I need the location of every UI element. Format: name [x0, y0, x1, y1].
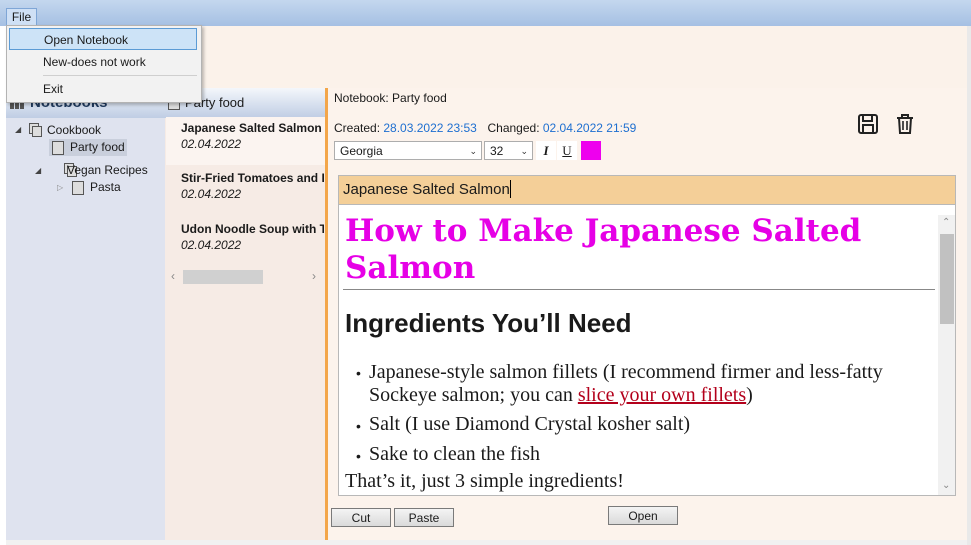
tree-item-cookbook[interactable]: Cookbook	[47, 123, 101, 137]
expand-cookbook-icon[interactable]: ◢	[15, 125, 21, 134]
scroll-down-icon[interactable]: ⌄	[942, 480, 950, 491]
note-content-editor[interactable]: How to Make Japanese Salted Salmon Ingre…	[338, 205, 956, 496]
paste-button[interactable]: Paste	[394, 508, 454, 527]
notebook-name: Party food	[392, 91, 447, 105]
trash-icon[interactable]	[894, 113, 916, 135]
expand-pasta-icon[interactable]: ▷	[57, 183, 63, 192]
notebook-label: Notebook: Party food	[334, 91, 447, 105]
file-dropdown-menu: Open Notebook New-does not work Exit	[6, 25, 202, 103]
changed-value: 02.04.2022 21:59	[542, 121, 637, 135]
menu-item-open-notebook[interactable]: Open Notebook	[9, 28, 197, 50]
created-value: 28.03.2022 23:53	[383, 121, 477, 135]
content-scroll-thumb[interactable]	[940, 234, 954, 324]
content-heading: How to Make Japanese Salted Salmon	[345, 213, 862, 286]
font-size-value: 32	[490, 144, 504, 158]
note-timestamps: Created: 28.03.2022 23:53 Changed: 02.04…	[334, 121, 636, 135]
note-title[interactable]: Stir-Fried Tomatoes and Eggs	[181, 171, 324, 185]
chevron-down-icon: ⌄	[469, 146, 477, 156]
pasta-book-icon	[72, 181, 84, 195]
italic-button[interactable]: I	[536, 141, 556, 160]
note-title[interactable]: Udon Noodle Soup with Tofu	[181, 222, 324, 236]
ingredient-item: Sake to clean the fish	[369, 443, 541, 465]
file-menu[interactable]: File	[6, 8, 37, 26]
bullet-icon: •	[356, 448, 361, 464]
font-family-value: Georgia	[340, 144, 383, 158]
slice-fillets-link[interactable]: slice your own fillets	[578, 384, 746, 406]
window-border	[967, 26, 971, 545]
chevron-down-icon: ⌄	[520, 146, 528, 156]
party-food-book-icon	[52, 141, 64, 155]
notes-horizontal-scrollbar[interactable]: ‹ ›	[166, 268, 325, 286]
font-size-select[interactable]: 32 ⌄	[484, 141, 533, 160]
tree-item-pasta[interactable]: Pasta	[90, 180, 121, 194]
cookbook-icon	[29, 123, 42, 137]
save-icon[interactable]	[857, 113, 879, 135]
menu-item-new-notebook[interactable]: New-does not work	[9, 51, 197, 73]
menu-separator	[43, 75, 197, 76]
open-button[interactable]: Open	[608, 506, 678, 525]
menu-item-exit[interactable]: Exit	[9, 78, 197, 100]
closing-text: That’s it, just 3 simple ingredients!	[345, 470, 624, 492]
cut-button[interactable]: Cut	[331, 508, 391, 527]
scroll-thumb[interactable]	[183, 270, 263, 284]
content-subheading: Ingredients You’ll Need	[345, 308, 632, 338]
changed-label: Changed:	[487, 121, 540, 135]
ingredient-item: Salt (I use Diamond Crystal kosher salt)	[369, 413, 691, 435]
ingredient-text-tail: )	[746, 384, 753, 406]
note-date: 02.04.2022	[181, 187, 242, 201]
scroll-left-icon[interactable]: ‹	[171, 269, 175, 283]
tree-item-vegan-recipes[interactable]: Vegan Recipes	[67, 163, 148, 177]
created-label: Created:	[334, 121, 381, 135]
underline-button[interactable]: U	[557, 141, 577, 160]
heading-rule	[343, 289, 935, 290]
note-title: Japanese Salted Salmon	[181, 121, 322, 135]
tree-item-party-food[interactable]: Party food	[70, 140, 125, 154]
ingredient-item: Japanese-style salmon fillets (I recomme…	[369, 361, 929, 407]
note-date: 02.04.2022	[181, 238, 242, 252]
window-bottom-strip	[6, 540, 967, 545]
notebook-prefix: Notebook:	[334, 91, 389, 105]
note-date: 02.04.2022	[181, 137, 242, 151]
text-cursor	[510, 180, 511, 198]
bullet-icon: •	[356, 418, 361, 434]
expand-vegan-icon[interactable]: ◢	[35, 166, 41, 175]
bullet-icon: •	[356, 365, 361, 381]
scroll-up-icon[interactable]: ⌃	[942, 217, 950, 228]
window-top-strip	[0, 0, 971, 26]
font-family-select[interactable]: Georgia ⌄	[334, 141, 482, 160]
scroll-right-icon[interactable]: ›	[312, 269, 316, 283]
note-title-input[interactable]: Japanese Salted Salmon	[338, 175, 956, 205]
font-color-button[interactable]: A	[581, 141, 601, 160]
